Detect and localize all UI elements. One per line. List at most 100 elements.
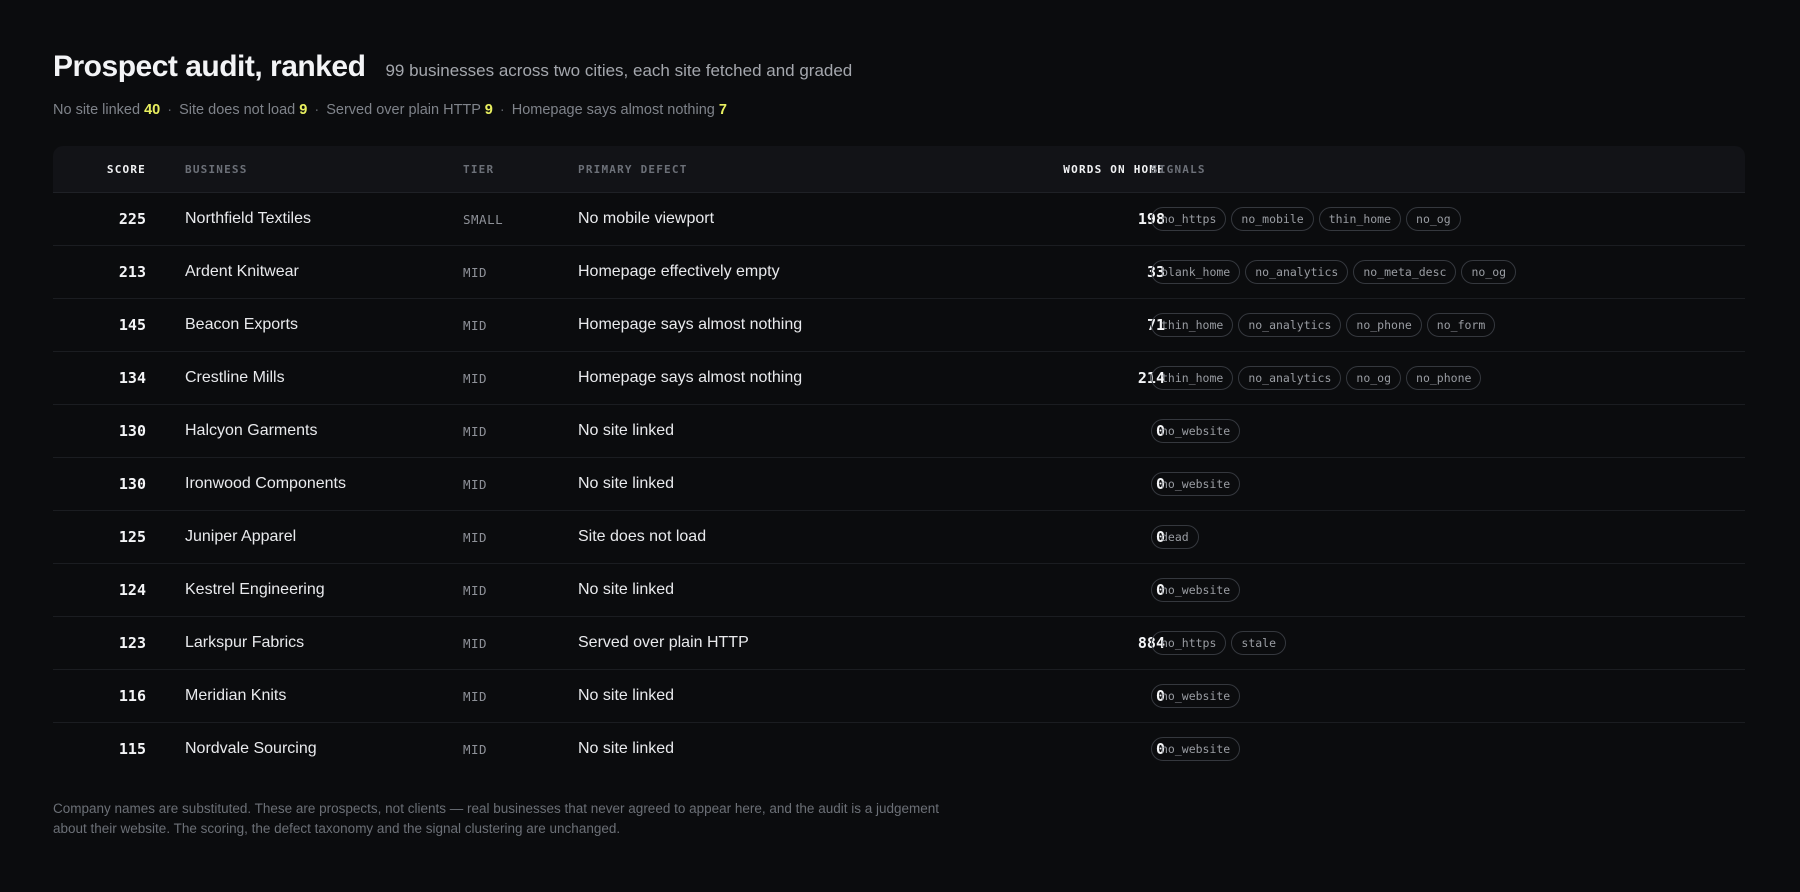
business-name: Northfield Textiles [185,210,311,227]
signal-tag-list: thin_home no_analytics no_og no_phone [1151,366,1482,390]
table-row[interactable]: 130 Ironwood Components MID No site linked 0… [53,458,1745,511]
signal-tag-list: no_website [1151,419,1241,443]
table-row[interactable]: 116 Meridian Knits MID No site linked 0 no_we… [53,670,1745,723]
signal-tag: blank_home [1151,260,1241,284]
signal-tag-list: thin_home no_analytics no_phone no_form [1151,313,1496,337]
score-cell: 213 [118,263,146,281]
signal-tag-list: no_website [1151,684,1241,708]
stat-value: 7 [718,102,727,118]
signal-tag: no_website [1151,472,1241,496]
table-row[interactable]: 130 Halcyon Garments MID No site linked 0 no_… [53,405,1745,458]
signal-tag: no_mobile [1231,207,1314,231]
words-on-home: 33 [1146,263,1165,281]
signal-tag-list: no_website [1151,472,1241,496]
table-body: 225 Northfield Textiles SMALL No mobile vie… [53,193,1745,775]
stats-summary: No site linked 40 · Site does not load 9… [53,102,1745,122]
score-cell: 134 [118,369,146,387]
signal-tag-list: no_website [1151,737,1241,761]
words-on-home: 0 [1155,740,1165,758]
tier-cell: SMALL [463,211,504,227]
table-header-row: SCORE BUSINESS TIER PRIMARY DEFECT WORDS… [53,146,1745,193]
business-name: Beacon Exports [185,316,298,333]
words-on-home: 0 [1155,581,1165,599]
words-on-home: 198 [1137,210,1165,228]
stat-separator: · [499,102,505,118]
signals-cell: no_website [1151,670,1741,722]
words-on-home: 0 [1155,475,1165,493]
column-header-signals[interactable]: SIGNALS [1151,146,1741,192]
signal-tag: dead [1151,525,1199,549]
signals-cell: no_website [1151,405,1741,457]
words-on-home: 0 [1155,528,1165,546]
footnote: Company names are substituted. These are… [53,801,940,836]
page-subtitle: 99 businesses across two cities, each si… [385,61,853,80]
stat-label: Site does not load [179,102,296,118]
signal-tag: no_https [1151,631,1227,655]
column-header-tier[interactable]: TIER [463,146,573,192]
tier-cell: MID [463,317,488,333]
score-cell: 130 [118,422,146,440]
signal-tag: thin_home [1151,313,1234,337]
business-name: Ardent Knitwear [185,263,299,280]
signal-tag: no_phone [1406,366,1482,390]
score-cell: 123 [118,634,146,652]
table-row[interactable]: 225 Northfield Textiles SMALL No mobile vie… [53,193,1745,246]
page: Prospect audit, ranked 99 businesses acr… [53,50,1745,761]
signal-tag: no_og [1461,260,1517,284]
tier-cell: MID [463,741,488,757]
tier-cell: MID [463,423,488,439]
words-on-home: 0 [1155,687,1165,705]
score-cell: 145 [118,316,146,334]
prospect-table: SCORE BUSINESS TIER PRIMARY DEFECT WORDS… [53,146,1745,775]
signal-tag: no_analytics [1238,313,1342,337]
stat-label: No site linked [53,102,141,118]
signals-cell: blank_home no_analytics no_meta_desc no_og [1151,246,1741,298]
tier-cell: MID [463,582,488,598]
words-on-home: 214 [1137,369,1165,387]
signal-tag: no_meta_desc [1353,260,1457,284]
column-header-words[interactable]: WORDS ON HOME [813,146,1165,192]
words-on-home: 0 [1155,422,1165,440]
signals-cell: no_https stale [1151,617,1741,669]
business-name: Juniper Apparel [185,528,297,545]
signal-tag: no_website [1151,578,1241,602]
score-cell: 124 [118,581,146,599]
table-row[interactable]: 145 Beacon Exports MID Homepage says almost… [53,299,1745,352]
signal-tag: thin_home [1318,207,1402,231]
words-on-home: 884 [1137,634,1165,652]
score-cell: 225 [118,210,146,228]
signal-tag: thin_home [1151,366,1234,390]
score-cell: 115 [118,740,146,758]
column-header-business[interactable]: BUSINESS [185,146,455,192]
signal-tag: no_website [1151,419,1241,443]
score-cell: 116 [118,687,146,705]
tier-cell: MID [463,370,488,386]
table-row[interactable]: 115 Nordvale Sourcing MID No site linked 0 no… [53,723,1745,775]
stat-label: Homepage says almost nothing [511,102,715,118]
signals-cell: thin_home no_analytics no_phone no_form [1151,299,1741,351]
column-header-score[interactable]: SCORE [53,146,146,192]
table-row[interactable]: 125 Juniper Apparel MID Site does not load 0… [53,511,1745,564]
signal-tag-list: no_website [1151,578,1241,602]
signal-tag-list: dead [1151,525,1199,549]
table-row[interactable]: 124 Kestrel Engineering MID No site linked 0… [53,564,1745,617]
signals-cell: no_https no_mobile thin_home no_og [1151,193,1741,245]
table-row[interactable]: 134 Crestline Mills MID Homepage says almos… [53,352,1745,405]
stat-value: 9 [299,102,308,118]
stat-value: 9 [484,102,493,118]
tier-cell: MID [463,476,488,492]
table-row[interactable]: 123 Larkspur Fabrics MID Served over plain … [53,617,1745,670]
score-cell: 130 [118,475,146,493]
signals-cell: dead [1151,511,1741,563]
signal-tag: no_og [1406,207,1461,231]
tier-cell: MID [463,264,488,280]
page-header: Prospect audit, ranked 99 businesses acr… [53,50,1745,90]
table-row[interactable]: 213 Ardent Knitwear MID Homepage effectivel… [53,246,1745,299]
signal-tag: stale [1231,631,1287,655]
business-name: Kestrel Engineering [185,581,325,598]
signals-cell: no_website [1151,723,1741,775]
signal-tag: no_form [1426,313,1496,337]
tier-cell: MID [463,688,488,704]
business-name: Ironwood Components [185,475,346,492]
business-name: Larkspur Fabrics [185,634,305,651]
